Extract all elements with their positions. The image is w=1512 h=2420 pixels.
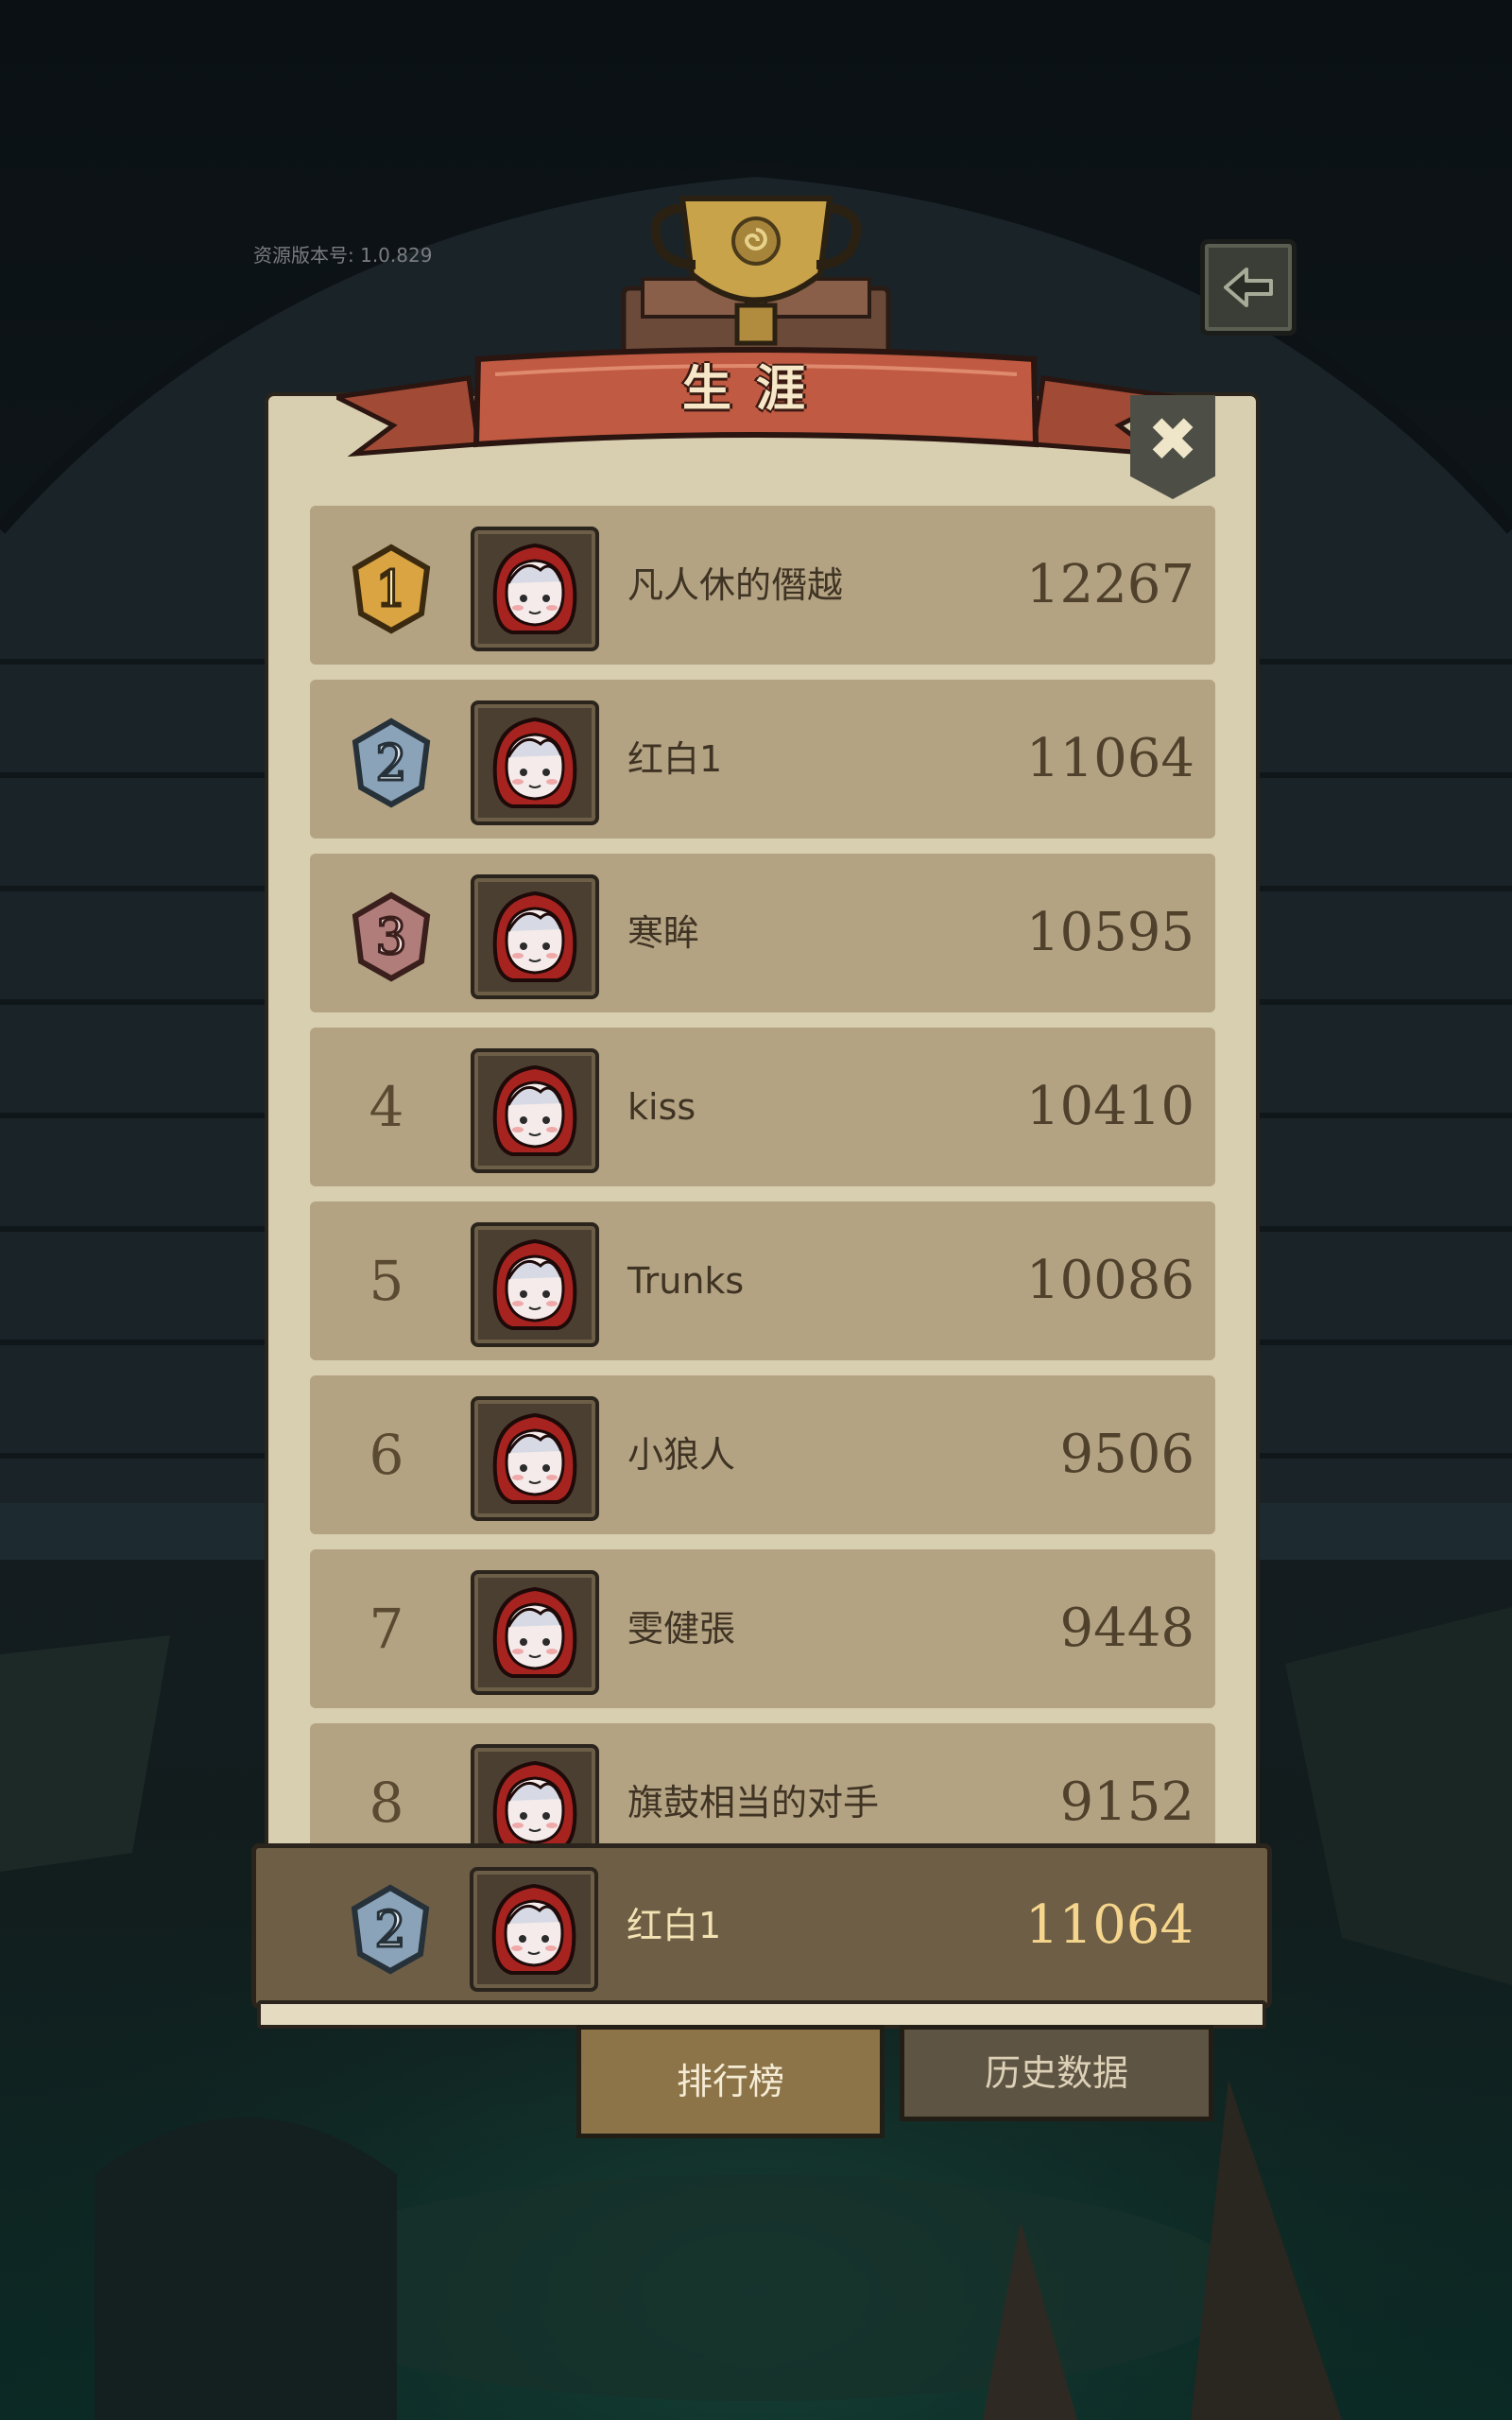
rank-number: 8 bbox=[369, 1771, 404, 1835]
bronze-medal-icon: 3 bbox=[352, 891, 431, 982]
leaderboard-row[interactable]: 5 Trunks 10086 bbox=[310, 1201, 1215, 1360]
player-score: 10595 bbox=[1025, 902, 1194, 963]
player-name: 小狼人 bbox=[627, 1434, 736, 1476]
back-arrow-icon bbox=[1224, 268, 1273, 307]
leaderboard-row[interactable]: 8 旗鼓相当的对手 9152 bbox=[310, 1723, 1215, 1848]
back-button[interactable] bbox=[1200, 239, 1297, 336]
my-player-name: 红白1 bbox=[627, 1905, 722, 1946]
version-label: 资源版本号: 1.0.829 bbox=[253, 244, 433, 267]
rank-number: 4 bbox=[369, 1075, 404, 1139]
gold-medal-icon: 1 bbox=[352, 544, 431, 634]
avatar bbox=[471, 1396, 599, 1521]
rank-number: 7 bbox=[369, 1597, 404, 1661]
avatar bbox=[471, 527, 599, 651]
leaderboard-row[interactable]: 1 凡人休的僭越 12267 bbox=[310, 506, 1215, 665]
avatar bbox=[471, 1570, 599, 1695]
leaderboard-row[interactable]: 7 雯健張 9448 bbox=[310, 1549, 1215, 1708]
rank-number: 5 bbox=[369, 1249, 404, 1313]
avatar bbox=[471, 700, 599, 825]
avatar bbox=[471, 1048, 599, 1173]
player-score: 9448 bbox=[1059, 1598, 1194, 1659]
rank-number: 2 bbox=[375, 735, 406, 792]
leaderboard-row[interactable]: 4 kiss 10410 bbox=[310, 1028, 1215, 1186]
player-name: 红白1 bbox=[627, 738, 723, 780]
player-name: 旗鼓相当的对手 bbox=[627, 1782, 880, 1824]
my-player-score: 11064 bbox=[1024, 1894, 1194, 1956]
avatar bbox=[470, 1867, 598, 1992]
player-score: 9152 bbox=[1059, 1772, 1194, 1833]
my-rank-bar: 2 红白1 11064 bbox=[251, 1843, 1272, 2009]
player-name: 寒眸 bbox=[627, 912, 700, 954]
player-name: 雯健張 bbox=[627, 1608, 736, 1650]
rank-number: 1 bbox=[375, 562, 406, 618]
avatar bbox=[471, 1222, 599, 1347]
close-x-icon: ✖ bbox=[1147, 406, 1198, 475]
silver-medal-icon: 2 bbox=[351, 1884, 430, 1975]
player-name: kiss bbox=[627, 1086, 696, 1128]
player-score: 9506 bbox=[1059, 1424, 1194, 1485]
player-name: Trunks bbox=[627, 1260, 745, 1302]
rank-number: 6 bbox=[369, 1423, 404, 1487]
avatar bbox=[471, 874, 599, 999]
leaderboard-row[interactable]: 2 红白1 11064 bbox=[310, 680, 1215, 838]
leaderboard-row[interactable]: 6 小狼人 9506 bbox=[310, 1375, 1215, 1534]
tab-leaderboard[interactable]: 排行榜 bbox=[576, 2025, 885, 2138]
player-score: 10410 bbox=[1025, 1076, 1194, 1137]
page-title: 生涯 bbox=[681, 361, 830, 418]
tab-history[interactable]: 历史数据 bbox=[900, 2025, 1213, 2121]
rank-number: 3 bbox=[375, 909, 406, 966]
avatar bbox=[471, 1744, 599, 1848]
my-rank-number: 2 bbox=[374, 1902, 405, 1959]
player-name: 凡人休的僭越 bbox=[627, 564, 844, 606]
leaderboard-row[interactable]: 3 寒眸 10595 bbox=[310, 854, 1215, 1012]
silver-medal-icon: 2 bbox=[352, 717, 431, 808]
player-score: 12267 bbox=[1025, 554, 1194, 615]
player-score: 11064 bbox=[1025, 728, 1194, 789]
player-score: 10086 bbox=[1025, 1250, 1194, 1311]
my-rank-row: 2 红白1 11064 bbox=[309, 1846, 1214, 2005]
leaderboard-list[interactable]: 1 凡人休的僭越 12267 2 红白1 11064 3 寒眸 10595 4 … bbox=[304, 506, 1217, 1848]
